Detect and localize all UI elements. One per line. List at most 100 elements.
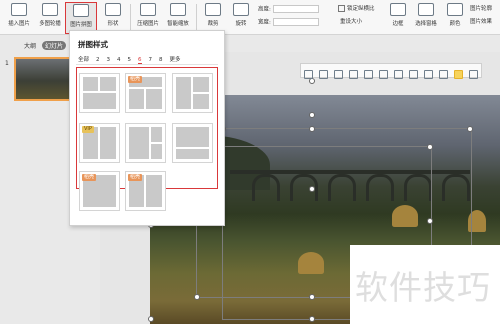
collage-template[interactable] [79,73,120,113]
watermark: 软件技巧 [350,245,500,324]
resize-handle[interactable] [427,218,433,224]
smart-zoom-label: 智能缩放 [167,21,189,27]
member-badge: 稻壳 [82,174,97,181]
resize-handle[interactable] [309,294,315,300]
align-left-icon[interactable] [304,70,313,79]
image-effect-label: 图片效果 [470,19,493,25]
width-label: 宽度: [258,19,271,26]
collage-template[interactable] [172,123,213,163]
resize-handle[interactable] [309,316,315,322]
filter-option[interactable]: 2 [96,57,100,63]
smart-zoom-button[interactable]: 智能缩放 [163,2,193,32]
resize-handle[interactable] [467,126,473,132]
zoom-icon [170,3,186,16]
align-bottom-icon[interactable] [379,70,388,79]
height-input[interactable] [272,5,319,13]
distribute-icon[interactable] [394,70,403,79]
multi-image-label: 多图轮播 [39,21,61,27]
height-field[interactable]: 高度: [258,5,319,13]
reset-size-button[interactable]: 重设大小 [340,18,362,26]
watermark-text: 软件技巧 [355,268,491,307]
checkbox-icon [338,5,345,12]
compress-icon [140,3,156,16]
shape-icon [105,3,121,16]
collage-template[interactable]: VIP [79,123,120,163]
insert-image-label: 插入图片 [8,21,30,27]
rotate-label: 旋转 [235,21,247,27]
collage-template[interactable]: 稻壳 [125,171,166,211]
shape-button[interactable]: 形状 [98,2,128,32]
lock-ratio-checkbox[interactable]: 锁定纵横比 [338,5,375,13]
tab-slides[interactable]: 幻灯片 [42,41,67,50]
filter-option-selected[interactable]: 6 [138,57,142,64]
filter-option[interactable]: 5 [128,57,132,63]
align-right-icon[interactable] [334,70,343,79]
filter-option[interactable]: 7 [149,57,153,63]
filter-option[interactable]: 全部 [78,57,89,63]
resize-handle[interactable] [309,186,315,192]
resize-handle[interactable] [148,316,154,322]
multi-image-button[interactable]: 多图轮播 [35,2,65,32]
image-effect-button[interactable]: 图片效果 [470,18,492,26]
lightbulb-icon[interactable] [454,70,463,79]
rotate-icon [233,3,249,16]
group-icon[interactable] [424,70,433,79]
resize-handle[interactable] [309,126,315,132]
border-button[interactable]: 边框 [383,2,413,32]
color-icon [447,3,463,16]
image-outline-label: 图片轮廓 [470,6,493,12]
distribute-vertical-icon[interactable] [409,70,418,79]
ribbon-divider [130,4,131,30]
tab-outline[interactable]: 大纲 [24,41,36,50]
member-badge: 稻壳 [128,174,143,181]
crop-icon [205,3,221,16]
compress-image-button[interactable]: 压缩图片 [133,2,163,32]
selection-pane-button[interactable]: 选择窗格 [411,2,441,32]
vip-badge: VIP [82,126,94,133]
collage-template[interactable] [125,123,166,163]
crop-label: 裁剪 [207,21,219,27]
more-icon[interactable] [469,70,478,79]
align-top-icon[interactable] [349,70,358,79]
reset-size-label: 重设大小 [340,19,363,25]
filter-option-more[interactable]: 更多 [170,57,181,63]
collage-label: 图片拼图 [70,22,92,28]
color-label: 颜色 [449,21,461,27]
collage-icon [73,4,89,17]
lock-ratio-label: 锁定纵横比 [347,6,375,12]
member-badge: 稻壳 [128,76,143,83]
insert-image-button[interactable]: 插入图片 [4,2,34,32]
align-middle-icon[interactable] [364,70,373,79]
width-input[interactable] [272,18,319,26]
selection-label: 选择窗格 [415,21,437,27]
collage-template[interactable]: 稻壳 [125,73,166,113]
shape-label: 形状 [107,21,119,27]
selection-icon [418,3,434,16]
crop-button[interactable]: 裁剪 [198,2,228,32]
layer-icon[interactable] [439,70,448,79]
image-outline-button[interactable]: 图片轮廓 [470,5,492,13]
filter-option[interactable]: 4 [117,57,121,63]
floating-format-toolbar [300,63,482,79]
filter-option[interactable]: 8 [159,57,163,63]
width-field[interactable]: 宽度: [258,18,319,26]
resize-handle[interactable] [194,294,200,300]
resize-handle[interactable] [427,144,433,150]
slide-thumbnail[interactable] [14,57,74,101]
border-icon [390,3,406,16]
rotate-button[interactable]: 旋转 [226,2,256,32]
image-icon [11,3,27,16]
carousel-icon [42,3,58,16]
rotate-handle[interactable] [309,112,315,118]
popup-title: 拼图样式 [78,40,108,49]
align-center-icon[interactable] [319,70,328,79]
color-button[interactable]: 颜色 [440,2,470,32]
height-label: 高度: [258,6,271,13]
collage-template[interactable]: 稻壳 [79,171,120,211]
piece-count-filter: 全部 2 3 4 5 6 7 8 更多 [78,55,188,64]
collage-template[interactable] [172,73,213,113]
popup-divider [76,64,218,65]
compress-label: 压缩图片 [137,21,159,27]
border-label: 边框 [392,21,404,27]
filter-option[interactable]: 3 [107,57,111,63]
